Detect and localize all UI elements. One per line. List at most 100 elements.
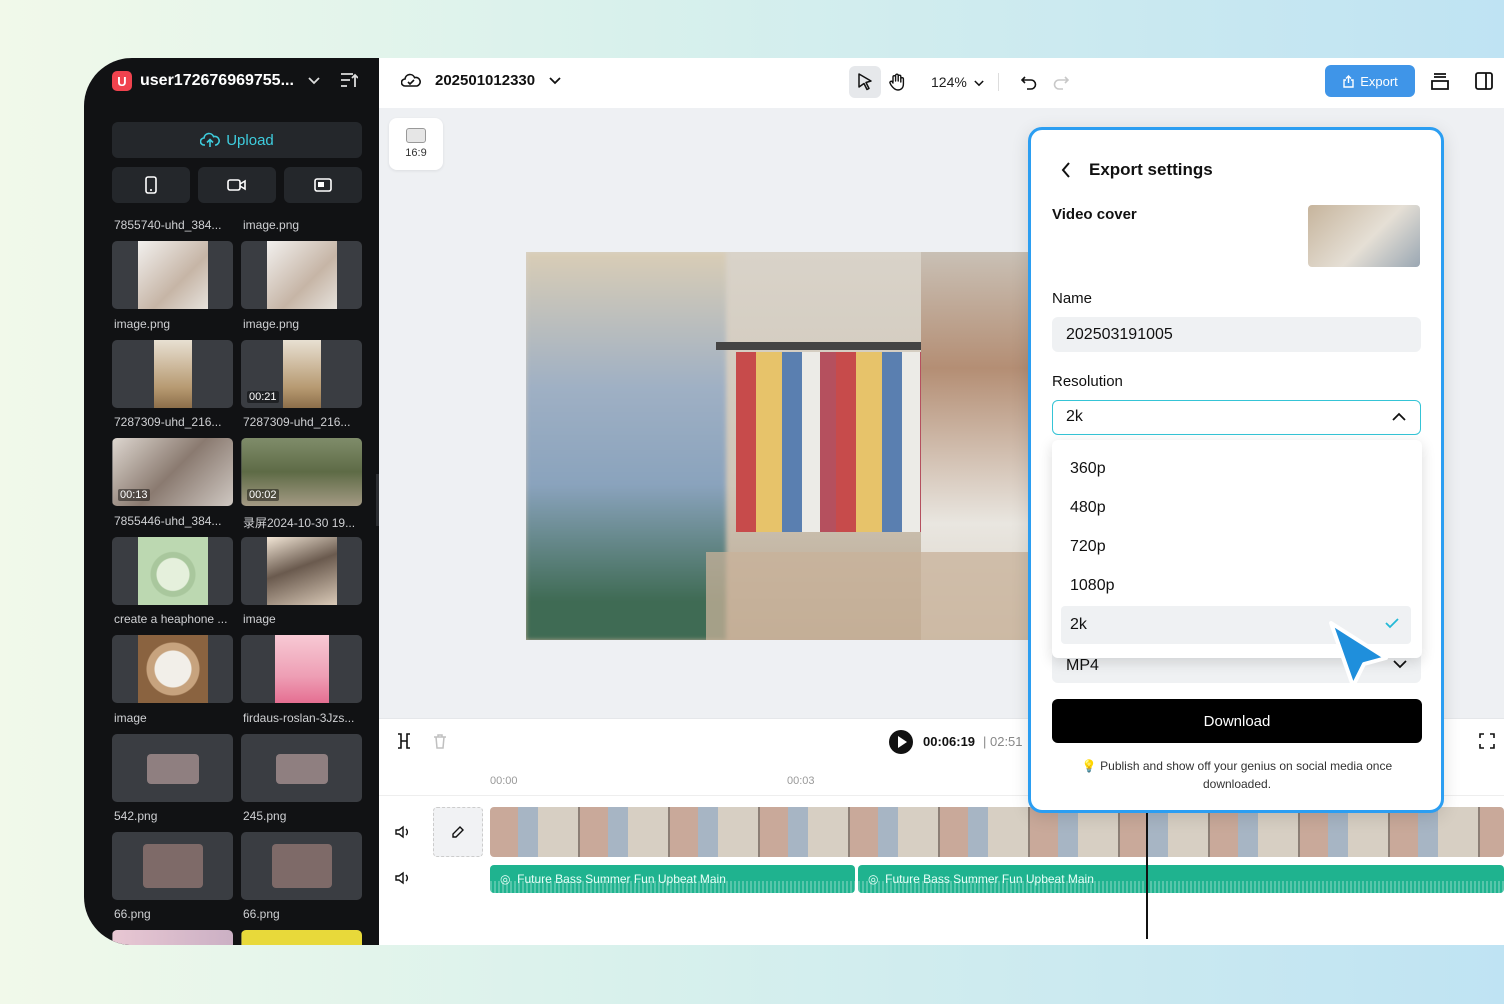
video-preview[interactable] xyxy=(526,252,1036,640)
audio-clip-label: Future Bass Summer Fun Upbeat Main xyxy=(885,872,1094,886)
project-name: 202501012330 xyxy=(435,72,536,89)
select-tool-button[interactable] xyxy=(849,66,881,98)
media-item[interactable] xyxy=(241,832,362,900)
timeline-tools xyxy=(397,733,447,749)
back-arrow-icon[interactable] xyxy=(1061,162,1071,178)
media-item[interactable] xyxy=(112,930,233,945)
volume-icon[interactable] xyxy=(395,825,411,839)
export-icon xyxy=(1343,74,1354,88)
media-item[interactable] xyxy=(112,635,233,703)
media-item[interactable]: 00:13 xyxy=(112,438,233,506)
current-time: 00:06:19 xyxy=(923,734,976,749)
undo-button[interactable] xyxy=(1013,66,1045,98)
media-item[interactable] xyxy=(241,241,362,309)
media-caption: image xyxy=(114,711,147,725)
user-avatar: U xyxy=(112,71,132,91)
name-input[interactable]: 202503191005 xyxy=(1052,317,1421,352)
user-name: user172676969755... xyxy=(140,72,294,89)
zoom-level: 124% xyxy=(931,74,967,90)
layers-icon[interactable] xyxy=(1430,72,1450,92)
media-item[interactable] xyxy=(112,241,233,309)
sort-icon[interactable] xyxy=(340,72,358,88)
download-button[interactable]: Download xyxy=(1052,699,1422,743)
audio-clip-label: Future Bass Summer Fun Upbeat Main xyxy=(517,872,726,886)
split-icon[interactable] xyxy=(397,733,411,749)
top-toolbar: 202501012330 124% Export xyxy=(379,58,1504,108)
media-caption: 245.png xyxy=(243,809,287,823)
media-item[interactable] xyxy=(241,537,362,605)
export-label: Export xyxy=(1360,73,1398,89)
redo-icon xyxy=(1053,76,1069,90)
toolbar-divider xyxy=(997,73,999,91)
chevron-down-icon xyxy=(549,74,561,88)
audio-clip[interactable]: ◎ Future Bass Summer Fun Upbeat Main xyxy=(490,865,855,893)
import-source-row xyxy=(112,167,362,203)
aspect-ratio-icon xyxy=(406,128,426,143)
media-caption: 66.png xyxy=(114,907,151,921)
resolution-label: Resolution xyxy=(1052,373,1123,390)
media-caption: 7287309-uhd_216... xyxy=(114,415,222,429)
user-switcher[interactable]: U user172676969755... xyxy=(112,70,362,92)
mouse-cursor-icon xyxy=(1329,621,1388,688)
resolution-option[interactable]: 480p xyxy=(1061,489,1411,527)
chevron-down-icon xyxy=(308,74,320,88)
music-note-icon: ◎ xyxy=(500,872,518,886)
media-caption: image.png xyxy=(114,317,171,331)
media-duration: 00:21 xyxy=(247,391,279,403)
phone-import-button[interactable] xyxy=(112,167,190,203)
panel-header: Export settings xyxy=(1061,160,1213,180)
playhead[interactable] xyxy=(1146,807,1148,939)
screen-record-button[interactable] xyxy=(284,167,362,203)
cloud-upload-icon xyxy=(200,132,221,147)
media-item[interactable] xyxy=(241,635,362,703)
video-track[interactable] xyxy=(490,807,1504,857)
media-item[interactable] xyxy=(112,734,233,802)
media-duration: 00:13 xyxy=(118,489,150,501)
media-item[interactable] xyxy=(112,832,233,900)
audio-clip[interactable]: ◎ Future Bass Summer Fun Upbeat Main xyxy=(858,865,1504,893)
media-item[interactable] xyxy=(112,537,233,605)
undo-icon xyxy=(1020,76,1036,90)
chevron-down-icon xyxy=(1393,660,1407,669)
trash-icon[interactable] xyxy=(433,733,447,749)
resolution-option[interactable]: 720p xyxy=(1061,528,1411,566)
media-item[interactable]: 00:21 xyxy=(241,340,362,408)
resolution-option[interactable]: 1080p xyxy=(1061,567,1411,605)
aspect-ratio-button[interactable]: 16:9 xyxy=(389,118,443,170)
fullscreen-icon[interactable] xyxy=(1479,733,1495,749)
resolution-option[interactable]: 360p xyxy=(1061,450,1411,488)
export-button[interactable]: Export xyxy=(1325,65,1415,97)
project-title[interactable]: 202501012330 xyxy=(401,72,561,89)
media-caption: 66.png xyxy=(243,907,280,921)
media-duration: 00:02 xyxy=(247,489,279,501)
media-item[interactable] xyxy=(112,340,233,408)
play-button[interactable] xyxy=(889,730,913,754)
media-caption: 7287309-uhd_216... xyxy=(243,415,351,429)
media-caption: create a heaphone ... xyxy=(114,612,228,626)
upload-label: Upload xyxy=(226,131,274,149)
panel-toggle-icon[interactable] xyxy=(1475,72,1493,90)
format-value: MP4 xyxy=(1066,657,1099,674)
cover-edit-button[interactable] xyxy=(433,807,483,857)
volume-icon[interactable] xyxy=(395,871,411,885)
zoom-select[interactable]: 124% xyxy=(931,74,984,90)
upload-button[interactable]: Upload xyxy=(112,122,362,158)
camera-record-button[interactable] xyxy=(198,167,276,203)
pointer-icon xyxy=(858,73,872,91)
hand-icon xyxy=(889,73,905,91)
media-caption: 7855446-uhd_384... xyxy=(114,514,222,528)
media-caption: 7855740-uhd_384... xyxy=(114,218,222,232)
media-caption: image.png xyxy=(243,218,300,232)
resolution-select[interactable]: 2k xyxy=(1052,400,1421,435)
media-caption: 录屏2024-10-30 19... xyxy=(243,516,356,530)
redo-button[interactable] xyxy=(1045,66,1077,98)
media-caption: 542.png xyxy=(114,809,158,823)
video-cover-thumbnail[interactable] xyxy=(1308,205,1420,267)
media-caption: image.png xyxy=(243,317,300,331)
publish-tip-text: Publish and show off your genius on soci… xyxy=(1100,759,1393,791)
media-item[interactable] xyxy=(241,930,362,945)
media-item[interactable] xyxy=(241,734,362,802)
media-item[interactable]: 00:02 xyxy=(241,438,362,506)
video-cover-label: Video cover xyxy=(1052,206,1137,223)
hand-tool-button[interactable] xyxy=(881,66,913,98)
